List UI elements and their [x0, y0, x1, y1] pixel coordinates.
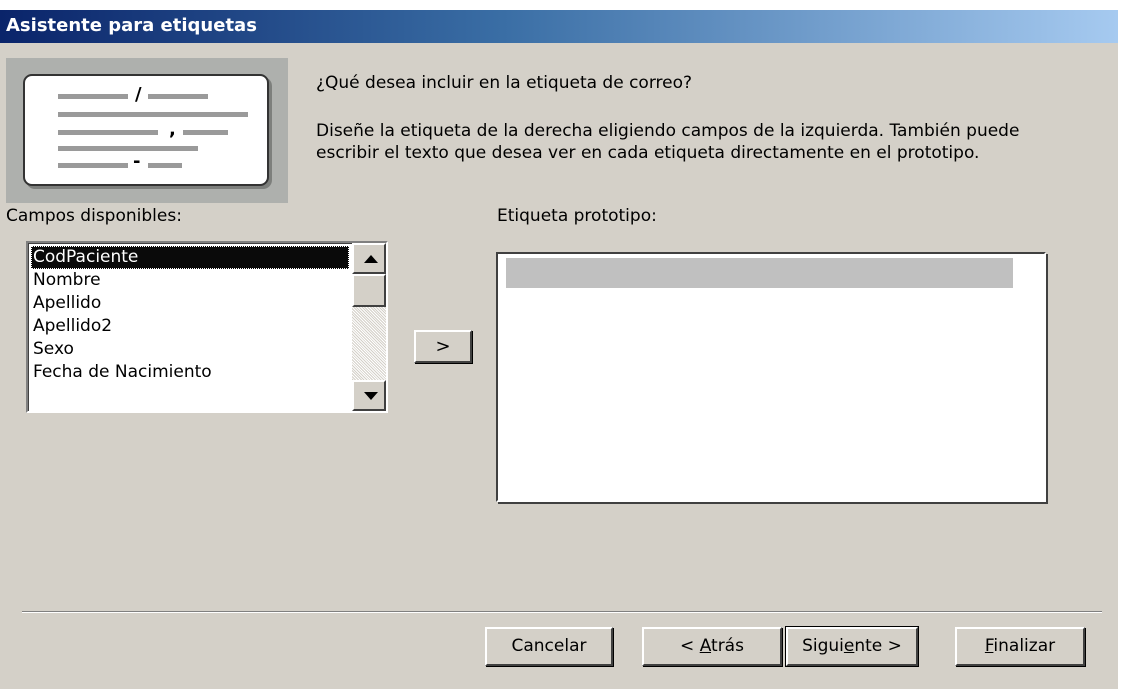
separator-line	[22, 611, 1102, 613]
label-line	[148, 163, 182, 168]
back-label-rest: trás	[711, 636, 744, 656]
field-item[interactable]: Sexo	[31, 338, 349, 361]
back-label-prefix: <	[680, 636, 700, 656]
wizard-illustration: / , -	[6, 58, 288, 203]
available-fields-label: Campos disponibles:	[6, 206, 182, 226]
next-button[interactable]: Siguiente >	[785, 626, 919, 667]
next-label-rest: nte >	[854, 636, 902, 656]
arrow-down-icon	[364, 392, 378, 400]
scroll-thumb[interactable]	[352, 274, 386, 307]
label-line	[58, 163, 128, 168]
finish-button[interactable]: Finalizar	[955, 627, 1085, 666]
label-line	[58, 146, 198, 151]
finish-label-rest: inalizar	[993, 636, 1056, 656]
label-line	[183, 130, 228, 135]
prototype-label: Etiqueta prototipo:	[497, 206, 657, 226]
prototype-label-editor[interactable]	[496, 252, 1046, 502]
slash-glyph: /	[135, 84, 142, 105]
field-item[interactable]: Nombre	[31, 269, 349, 292]
next-mnemonic: e	[843, 636, 855, 656]
fields-scrollbar[interactable]	[352, 243, 386, 411]
label-line	[58, 112, 248, 117]
cancel-label: Cancelar	[511, 636, 587, 656]
available-fields-items: CodPaciente Nombre Apellido Apellido2 Sexo Fe…	[28, 243, 353, 411]
label-line	[58, 94, 128, 99]
scroll-up-button[interactable]	[352, 243, 386, 274]
scroll-down-button[interactable]	[352, 380, 386, 411]
field-item[interactable]: Apellido2	[31, 315, 349, 338]
label-card-icon: / , -	[23, 74, 269, 186]
comma-glyph: ,	[169, 119, 176, 140]
label-line	[58, 130, 158, 135]
label-line	[148, 94, 208, 99]
add-field-button[interactable]: >	[414, 330, 472, 363]
step-heading: ¿Qué desea incluir en la etiqueta de cor…	[316, 73, 693, 93]
field-item[interactable]: Fecha de Nacimiento	[31, 361, 349, 384]
back-button[interactable]: < Atrás	[642, 627, 782, 666]
title-bar[interactable]: Asistente para etiquetas	[0, 10, 1118, 43]
step-description: Diseñe la etiqueta de la derecha eligien…	[316, 121, 1020, 163]
prototype-current-line[interactable]	[506, 258, 1013, 288]
back-mnemonic: A	[699, 636, 712, 656]
cancel-button[interactable]: Cancelar	[485, 627, 613, 666]
available-fields-list[interactable]: CodPaciente Nombre Apellido Apellido2 Sexo Fe…	[26, 241, 388, 413]
dash-glyph: -	[133, 151, 141, 172]
next-label-prefix: Sigui	[802, 636, 844, 656]
field-item[interactable]: Apellido	[31, 292, 349, 315]
window-title: Asistente para etiquetas	[6, 15, 257, 36]
label-wizard-dialog: Asistente para etiquetas / , - ¿Qué dese…	[0, 10, 1118, 689]
arrow-up-icon	[364, 255, 378, 263]
field-item[interactable]: CodPaciente	[31, 246, 349, 269]
